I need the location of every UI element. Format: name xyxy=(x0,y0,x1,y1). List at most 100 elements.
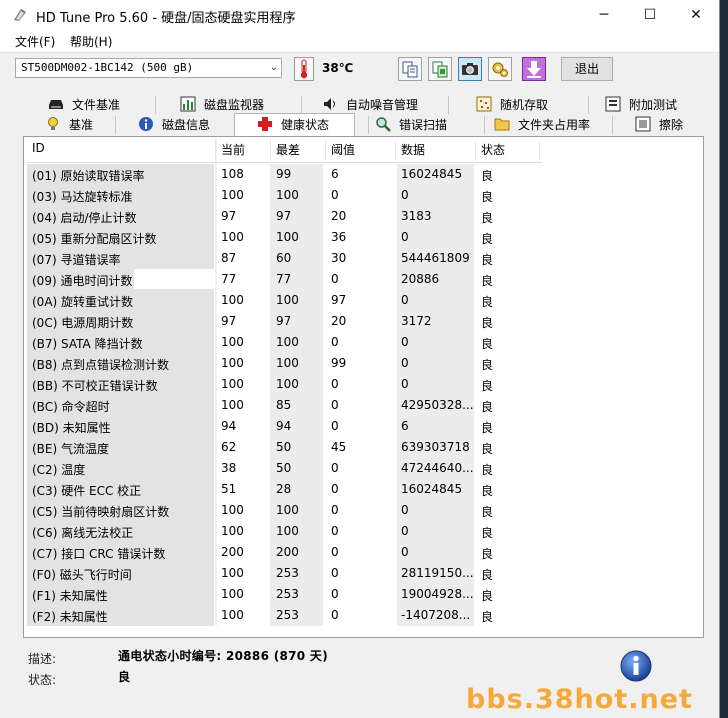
menu-file[interactable]: 文件(F) xyxy=(15,33,55,50)
cell-data: 3183 xyxy=(401,209,432,223)
cell-status: 良 xyxy=(481,358,494,372)
tab-random-access[interactable]: 随机存取 xyxy=(476,95,548,115)
table-row[interactable]: (BD) 未知属性 94 94 0 6 良 xyxy=(27,416,542,437)
cell-threshold: 0 xyxy=(331,335,339,349)
cell-worst: 100 xyxy=(276,524,299,538)
screenshot-button[interactable] xyxy=(458,57,482,81)
cell-threshold: 0 xyxy=(331,566,339,580)
tab-disk-info[interactable]: 磁盘信息 xyxy=(138,115,210,135)
tab-divider xyxy=(155,96,156,114)
cell-id: (F2) 未知属性 xyxy=(32,610,108,624)
cell-status: 良 xyxy=(481,274,494,288)
table-row[interactable]: (0A) 旋转重试计数 100 100 97 0 良 xyxy=(27,290,542,311)
header-current[interactable]: 当前 xyxy=(221,141,245,158)
tab-disk-monitor[interactable]: 磁盘监视器 xyxy=(180,95,264,115)
cell-worst: 100 xyxy=(276,335,299,349)
tab-label: 磁盘监视器 xyxy=(204,98,265,112)
table-row[interactable]: (C3) 硬件 ECC 校正 51 28 0 16024845 良 xyxy=(27,479,542,500)
cell-status: 良 xyxy=(481,379,494,393)
table-row[interactable]: (C6) 离线无法校正 100 100 0 0 良 xyxy=(27,521,542,542)
header-data[interactable]: 数据 xyxy=(401,141,425,158)
cell-worst: 97 xyxy=(276,209,292,223)
cell-status: 良 xyxy=(481,190,494,204)
cell-status: 良 xyxy=(481,253,494,267)
status-area: 描述: 通电状态小时编号: 20886 (870 天) 状态: 良 xyxy=(23,641,704,689)
copy-all-button[interactable] xyxy=(428,57,452,81)
copy-text-button[interactable] xyxy=(398,57,422,81)
table-row[interactable]: (BE) 气流温度 62 50 45 639303718 良 xyxy=(27,437,542,458)
cell-data: 19004928... xyxy=(401,587,474,601)
exit-button[interactable]: 退出 xyxy=(561,57,613,81)
cell-status: 良 xyxy=(481,547,494,561)
cell-status: 良 xyxy=(481,295,494,309)
cell-worst: 253 xyxy=(276,566,299,580)
drive-select[interactable]: ST500DM002-1BC142 (500 gB) ⌄ xyxy=(15,58,282,78)
info-icon[interactable] xyxy=(620,650,652,682)
cell-worst: 28 xyxy=(276,482,292,496)
cell-worst: 100 xyxy=(276,503,299,517)
tab-file-benchmark[interactable]: 文件基准 xyxy=(48,95,120,115)
cell-worst: 100 xyxy=(276,230,299,244)
tab-extra-tests[interactable]: 附加测试 xyxy=(605,95,677,115)
table-row[interactable]: (BB) 不可校正错误计数 100 100 0 0 良 xyxy=(27,374,542,395)
cell-data: 0 xyxy=(401,230,409,244)
tab-label: 磁盘信息 xyxy=(162,118,211,132)
cell-status: 良 xyxy=(481,610,494,624)
table-header-row: ID 当前 最差 阈值 数据 状态 xyxy=(27,138,542,163)
cell-id: (BE) 气流温度 xyxy=(32,442,109,456)
tab-acoustic-management[interactable]: 自动噪音管理 xyxy=(322,95,418,115)
chevron-down-icon: ⌄ xyxy=(269,62,278,73)
tab-label: 基准 xyxy=(69,118,94,132)
tab-error-scan[interactable]: 错误扫描 xyxy=(375,115,447,135)
cell-id: (B7) SATA 降挡计数 xyxy=(32,337,143,351)
table-row[interactable]: (01) 原始读取错误率 108 99 6 16024845 良 xyxy=(27,164,542,185)
tab-divider xyxy=(115,116,116,134)
tab-benchmark[interactable]: 基准 xyxy=(45,115,93,135)
table-row[interactable]: (05) 重新分配扇区计数 100 100 36 0 良 xyxy=(27,227,542,248)
header-status[interactable]: 状态 xyxy=(481,141,505,158)
cell-id: (09) 通电时间计数 xyxy=(32,274,133,288)
table-row[interactable]: (C7) 接口 CRC 错误计数 200 200 0 0 良 xyxy=(27,542,542,563)
copy-green-icon xyxy=(432,61,448,78)
table-row[interactable]: (F1) 未知属性 100 253 0 19004928... 良 xyxy=(27,584,542,605)
thermometer-icon xyxy=(294,57,314,81)
tab-label: 擦除 xyxy=(659,118,684,132)
cell-threshold: 20 xyxy=(331,209,347,223)
header-threshold[interactable]: 阈值 xyxy=(331,141,355,158)
tab-health[interactable]: 健康状态 xyxy=(257,115,329,135)
cell-worst: 99 xyxy=(276,167,292,181)
table-row[interactable]: (09) 通电时间计数 77 77 0 20886 良 xyxy=(27,269,542,290)
description-label: 描述: xyxy=(28,652,57,666)
menu-help[interactable]: 帮助(H) xyxy=(70,33,112,50)
cell-id: (BD) 未知属性 xyxy=(32,421,111,435)
title-bar: HD Tune Pro 5.60 - 硬盘/固态硬盘实用程序 ─ ☐ ✕ xyxy=(0,0,719,30)
table-row[interactable]: (B7) SATA 降挡计数 100 100 0 0 良 xyxy=(27,332,542,353)
table-row[interactable]: (C5) 当前待映射扇区计数 100 100 0 0 良 xyxy=(27,500,542,521)
tab-folder-usage[interactable]: 文件夹占用率 xyxy=(494,115,590,135)
header-worst[interactable]: 最差 xyxy=(276,141,300,158)
minimize-button[interactable]: ─ xyxy=(581,0,627,30)
table-row[interactable]: (F0) 磁头飞行时间 100 253 0 28119150... 良 xyxy=(27,563,542,584)
table-row[interactable]: (BC) 命令超时 100 85 0 42950328... 良 xyxy=(27,395,542,416)
cell-data: 0 xyxy=(401,335,409,349)
options-button[interactable] xyxy=(488,57,512,81)
red-cross-icon xyxy=(258,117,272,131)
cell-current: 100 xyxy=(221,524,244,538)
close-button[interactable]: ✕ xyxy=(673,0,719,30)
table-row[interactable]: (B8) 点到点错误检测计数 100 100 99 0 良 xyxy=(27,353,542,374)
cell-data: 0 xyxy=(401,293,409,307)
cell-current: 100 xyxy=(221,188,244,202)
table-row[interactable]: (07) 寻道错误率 87 60 30 544461809 良 xyxy=(27,248,542,269)
cell-id: (BC) 命令超时 xyxy=(32,400,110,414)
tab-erase[interactable]: 擦除 xyxy=(635,115,683,135)
maximize-button[interactable]: ☐ xyxy=(627,0,673,30)
header-id[interactable]: ID xyxy=(32,141,45,155)
table-row[interactable]: (0C) 电源周期计数 97 97 20 3172 良 xyxy=(27,311,542,332)
save-button[interactable] xyxy=(522,57,546,81)
cell-current: 38 xyxy=(221,461,237,475)
table-row[interactable]: (04) 启动/停止计数 97 97 20 3183 良 xyxy=(27,206,542,227)
table-row[interactable]: (F2) 未知属性 100 253 0 -1407208... 良 xyxy=(27,605,542,626)
tab-label: 随机存取 xyxy=(500,98,549,112)
table-row[interactable]: (C2) 温度 38 50 0 47244640... 良 xyxy=(27,458,542,479)
table-row[interactable]: (03) 马达旋转标准 100 100 0 0 良 xyxy=(27,185,542,206)
